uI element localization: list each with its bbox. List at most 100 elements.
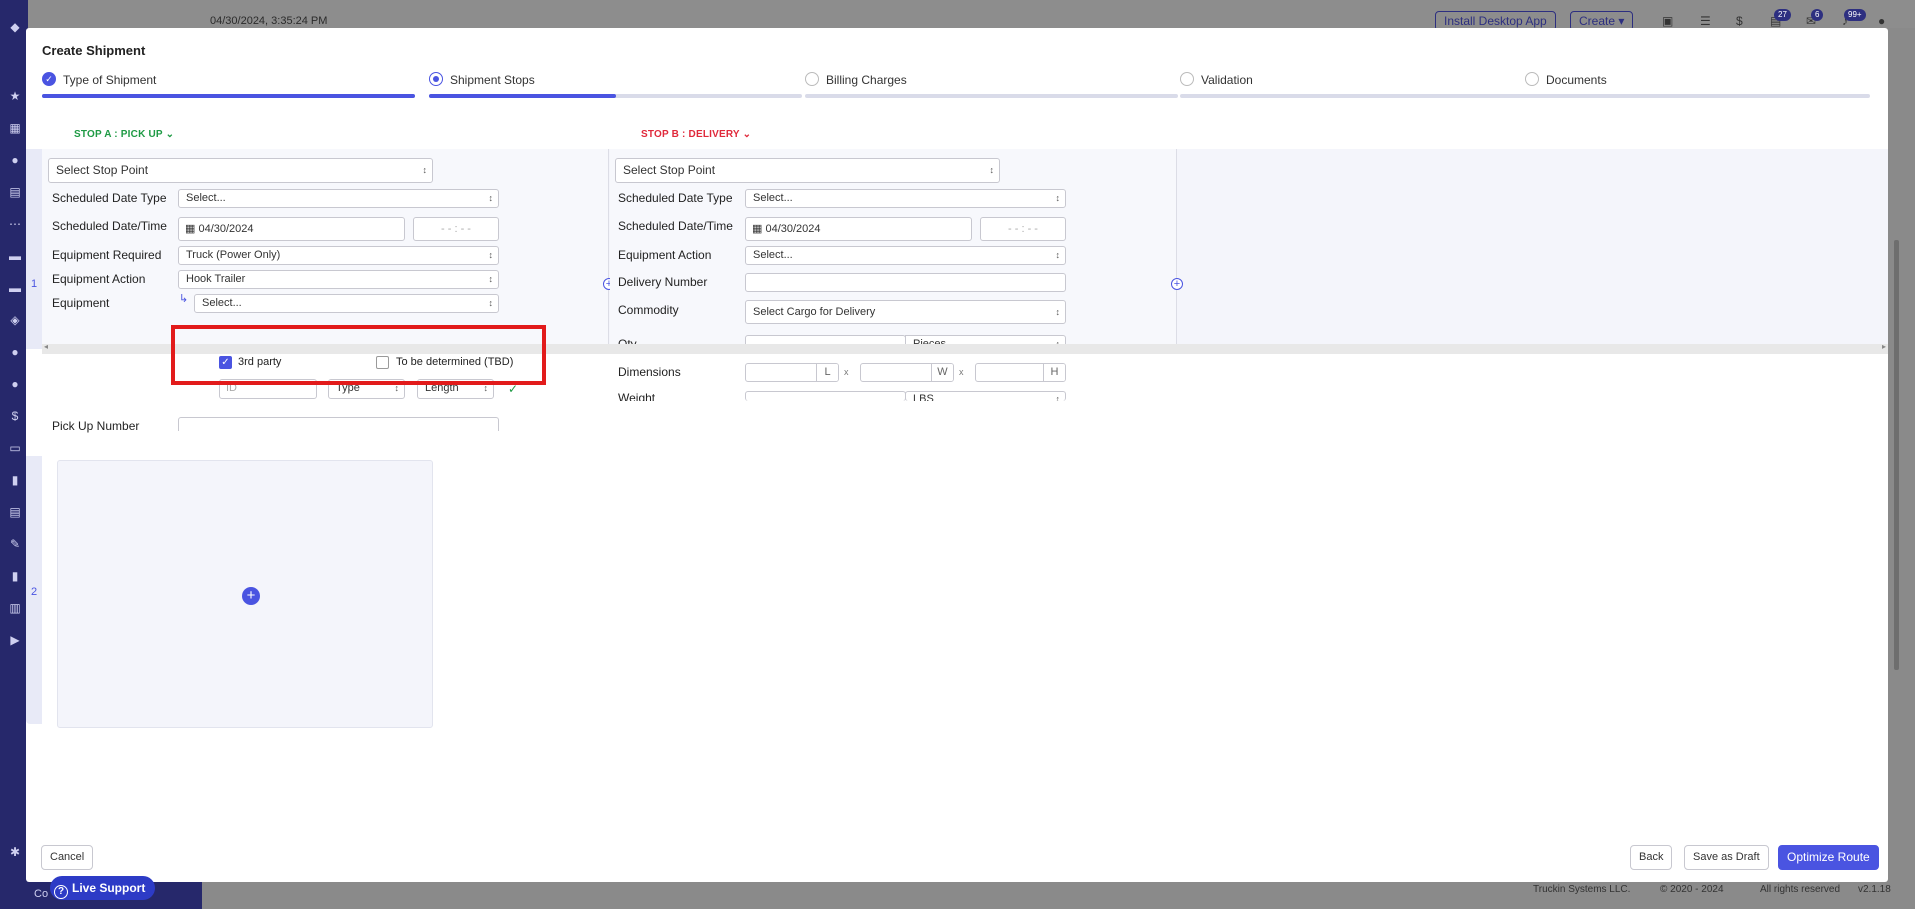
money-icon[interactable]: $ [1736, 14, 1750, 28]
equipment-action-label: Equipment Action [618, 248, 712, 262]
weight-unit-select[interactable]: LBS [905, 391, 1066, 401]
stop-a-equipment-required-select[interactable]: Truck (Power Only) [178, 246, 499, 265]
radio-empty-icon [1180, 72, 1194, 86]
report-icon: ▤ [9, 505, 21, 519]
calendar-icon: ▦ [185, 223, 196, 235]
stop-b-header[interactable]: STOP B : DELIVERY ⌄ [641, 129, 751, 140]
pickup-number-label: Pick Up Number [52, 419, 140, 433]
stop-b-equipment-action-select[interactable]: Select... [745, 246, 1066, 265]
step-shipment-stops[interactable]: Shipment Stops [429, 72, 802, 100]
dimension-width-input[interactable]: W [860, 363, 954, 382]
step-documents[interactable]: Documents [1525, 72, 1870, 100]
row-1-strip [26, 149, 42, 349]
stop-a-panel: Select Stop Point Scheduled Date Type Se… [42, 149, 609, 433]
book-icon: ▮ [11, 473, 19, 487]
weight-input[interactable] [745, 391, 906, 401]
scroll-left-icon[interactable]: ◂ [44, 342, 48, 351]
app-sidebar: ◆ ★ ▦ ● ▤ ⋯ ▬ ▬ ◈ ● ● $ ▭ ▮ ▤ ✎ ▮ ▥ ▶ ✱ [0, 0, 28, 909]
create-shipment-modal: Create Shipment ✓ Type of Shipment Shipm… [26, 28, 1888, 882]
trailer-icon: ▬ [9, 281, 21, 295]
scheduled-datetime-label: Scheduled Date/Time [618, 219, 733, 233]
sidebar-bottom-label: Co [34, 888, 49, 900]
chart-icon: ▥ [9, 601, 21, 615]
height-suffix: H [1043, 364, 1065, 381]
stop-a-equipment-action-select[interactable]: Hook Trailer [178, 270, 499, 289]
add-stop-icon[interactable]: + [242, 587, 260, 605]
step-progress [429, 94, 802, 98]
save-as-draft-button[interactable]: Save as Draft [1684, 845, 1769, 870]
star-icon: ★ [9, 89, 21, 103]
stop-a-equipment-select[interactable]: Select... [194, 294, 499, 313]
shield-icon: ◈ [10, 313, 20, 327]
stop-b-stop-point-select[interactable]: Select Stop Point [615, 158, 1000, 183]
badge-count: 27 [1774, 9, 1791, 21]
empty-stop-panel: + [57, 460, 433, 728]
stop-a-stop-point-select[interactable]: Select Stop Point [48, 158, 433, 183]
dimension-height-input[interactable]: H [975, 363, 1066, 382]
optimize-route-button[interactable]: Optimize Route [1778, 845, 1879, 870]
width-suffix: W [931, 364, 953, 381]
live-support-button[interactable]: ? Live Support [50, 876, 156, 900]
step-progress [1180, 94, 1553, 98]
scheduled-date-type-label: Scheduled Date Type [618, 191, 733, 205]
equipment-label: Equipment [52, 296, 110, 310]
weight-label: Weight [618, 391, 656, 401]
delivery-number-input[interactable] [745, 273, 1066, 292]
dimensions-label: Dimensions [618, 365, 681, 379]
stop-a-header[interactable]: STOP A : PICK UP ⌄ [74, 129, 174, 140]
step-validation[interactable]: Validation [1180, 72, 1553, 100]
avatar[interactable]: ● [1878, 14, 1892, 28]
truck-icon: ▬ [9, 249, 21, 263]
step-progress-fill [42, 94, 415, 98]
date-value: 04/30/2024 [765, 223, 821, 235]
stop-b-date-input[interactable]: ▦ 04/30/2024 [745, 217, 972, 241]
step-label: Validation [1201, 73, 1253, 87]
check-circle-icon: ✓ [42, 72, 56, 86]
add-stop-end-icon[interactable]: + [1171, 278, 1183, 290]
footer-version: v2.1.18 [1858, 884, 1891, 895]
step-billing-charges[interactable]: Billing Charges [805, 72, 1178, 100]
equipment-required-label: Equipment Required [52, 248, 162, 262]
cancel-button[interactable]: Cancel [41, 845, 94, 870]
stop-a-title: STOP A : PICK UP [74, 129, 163, 140]
step-label: Shipment Stops [450, 73, 535, 87]
commodity-select[interactable]: Select Cargo for Delivery [745, 300, 1066, 324]
page-scrollbar[interactable] [1894, 240, 1899, 670]
live-support-label: Live Support [72, 881, 146, 895]
step-type-of-shipment[interactable]: ✓ Type of Shipment [42, 72, 415, 100]
shipments-icon: ▤ [9, 185, 21, 199]
row-number: 1 [30, 278, 38, 290]
dimension-length-input[interactable]: L [745, 363, 839, 382]
chevron-down-icon: ⌄ [165, 129, 175, 140]
chevron-down-icon: ⌄ [742, 129, 752, 140]
back-button[interactable]: Back [1630, 845, 1673, 870]
stop-a-date-type-select[interactable]: Select... [178, 189, 499, 208]
times-icon: x [844, 367, 849, 377]
stop-a-date-input[interactable]: ▦ 04/30/2024 [178, 217, 405, 241]
pickup-number-input[interactable] [178, 417, 499, 431]
footer-rights: All rights reserved [1760, 884, 1841, 895]
route-icon: ⋯ [9, 217, 21, 231]
list-icon[interactable]: ☰ [1700, 14, 1714, 28]
stepper: ✓ Type of Shipment Shipment Stops Billin… [42, 72, 1870, 100]
fuel-icon: ▮ [11, 569, 19, 583]
scheduled-date-type-label: Scheduled Date Type [52, 191, 167, 205]
box-icon[interactable]: ▣ [1662, 14, 1676, 28]
modal-title: Create Shipment [42, 43, 146, 58]
stop-a-time-input[interactable]: - - : - - [413, 217, 499, 241]
question-icon: ? [54, 885, 68, 899]
footer-company: Truckin Systems LLC. [1533, 884, 1631, 895]
step-progress-fill [429, 94, 616, 98]
step-label: Type of Shipment [63, 73, 157, 87]
users-icon: ● [11, 153, 19, 167]
stop-b-title: STOP B : DELIVERY [641, 129, 740, 140]
logo-icon: ◆ [10, 20, 20, 34]
scroll-right-icon[interactable]: ▸ [1882, 342, 1886, 351]
people-icon: ● [11, 377, 19, 391]
step-progress [805, 94, 1178, 98]
map-pin-icon: ● [11, 345, 19, 359]
stop-b-time-input[interactable]: - - : - - [980, 217, 1066, 241]
stop-b-date-type-select[interactable]: Select... [745, 189, 1066, 208]
row-number: 2 [30, 586, 38, 598]
radio-current-icon [429, 72, 443, 86]
